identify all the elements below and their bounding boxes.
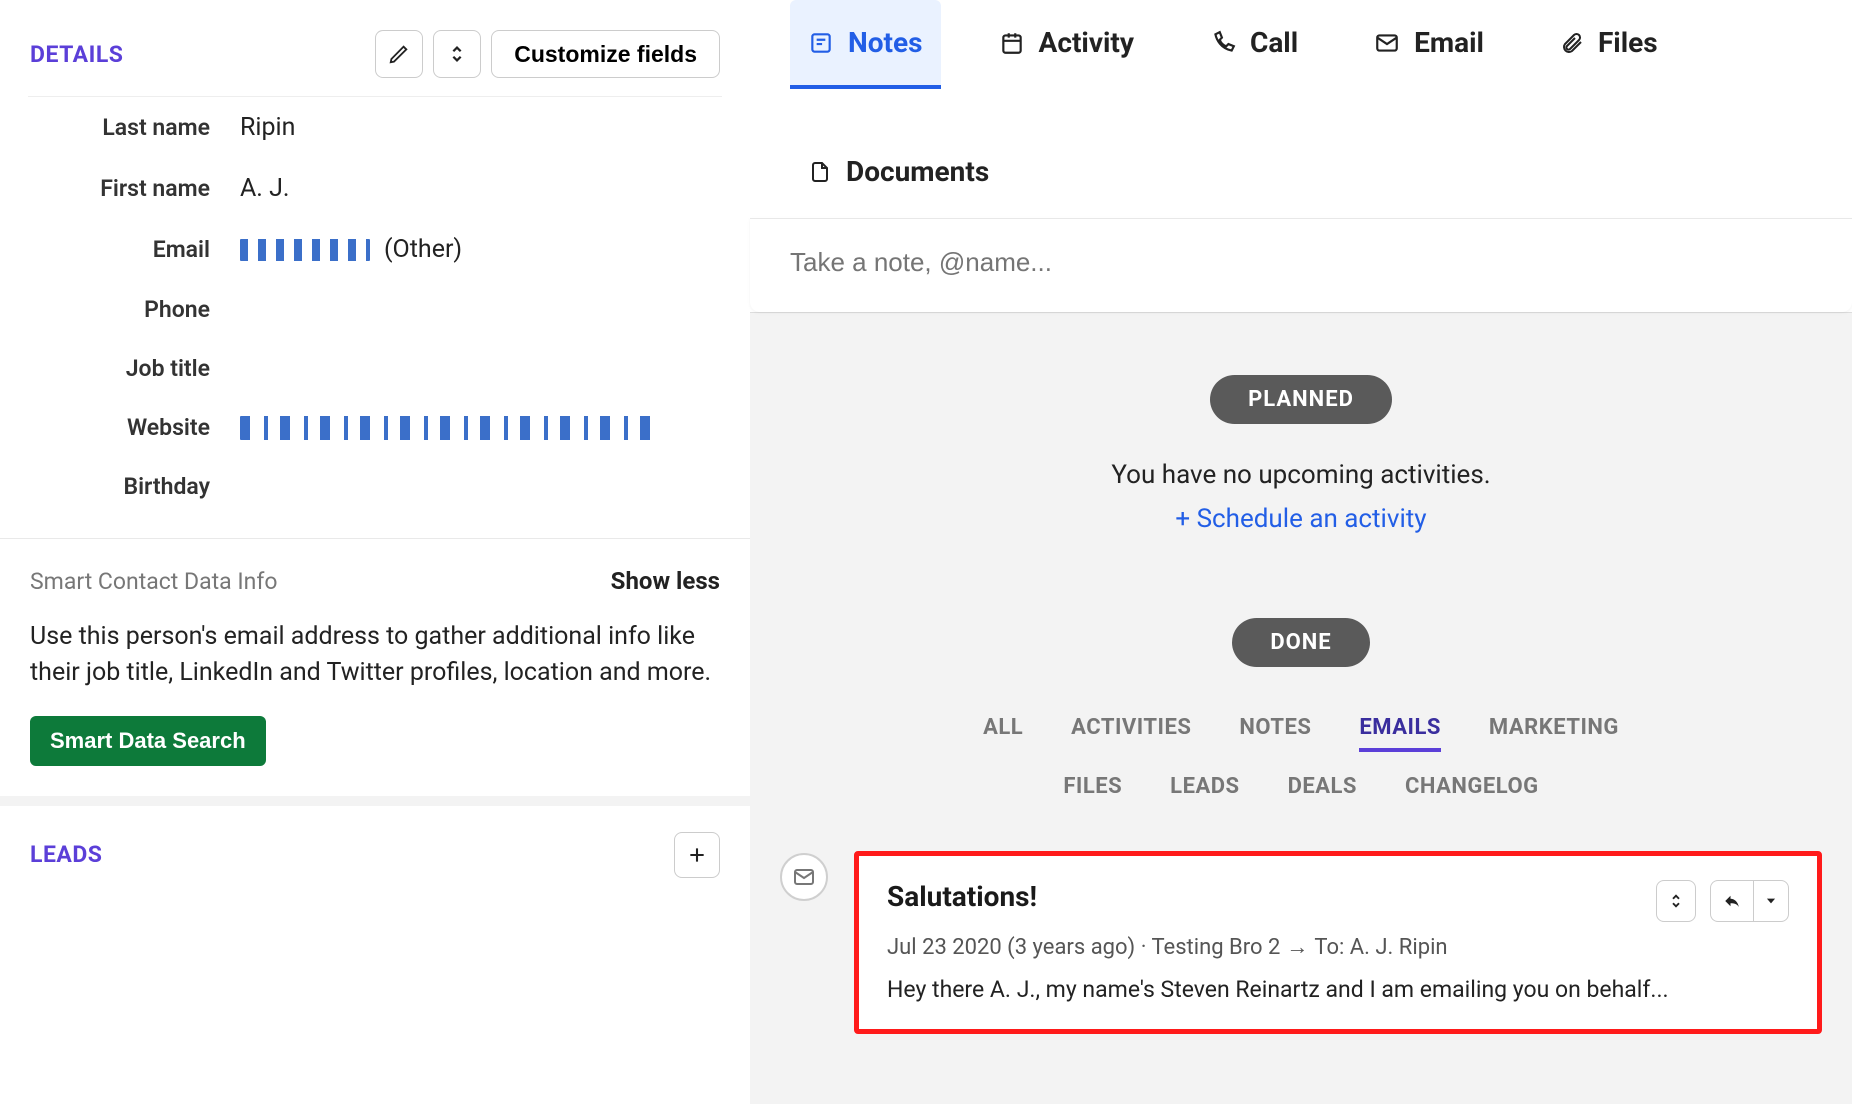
customize-fields-button[interactable]: Customize fields [491, 30, 720, 78]
filter-marketing[interactable]: MARKETING [1489, 715, 1619, 752]
tab-activity[interactable]: Activity [981, 0, 1152, 89]
planned-pill: PLANNED [1210, 375, 1392, 424]
pencil-icon [388, 43, 410, 65]
filter-files[interactable]: FILES [1063, 774, 1122, 811]
job-title-label: Job title [30, 355, 240, 382]
timeline-email-marker [780, 853, 828, 901]
edit-button[interactable] [375, 30, 423, 78]
birthday-label: Birthday [30, 473, 240, 500]
filter-changelog[interactable]: CHANGELOG [1405, 774, 1539, 811]
schedule-activity-link[interactable]: + Schedule an activity [750, 504, 1852, 534]
tab-files-label: Files [1598, 26, 1658, 59]
last-name-value[interactable]: Ripin [240, 113, 295, 142]
email-expand-button[interactable] [1656, 880, 1696, 922]
contact-details-panel: DETAILS Customize fields Last name Ripin… [0, 0, 750, 1104]
reorder-button[interactable] [433, 30, 481, 78]
phone-icon [1210, 30, 1236, 56]
no-planned-activities-text: You have no upcoming activities. [750, 460, 1852, 490]
sort-icon [446, 43, 468, 65]
smart-data-search-button[interactable]: Smart Data Search [30, 716, 266, 766]
envelope-icon [1374, 30, 1400, 56]
activity-panel: Notes Activity Call Email Files Document… [750, 0, 1852, 1104]
tab-email[interactable]: Email [1356, 0, 1502, 89]
email-label: Email [30, 236, 240, 263]
add-lead-button[interactable] [674, 832, 720, 878]
first-name-label: First name [30, 175, 240, 202]
first-name-value[interactable]: A. J. [240, 174, 290, 203]
plus-icon [687, 845, 707, 865]
email-value[interactable]: (Other) [240, 235, 462, 264]
last-name-label: Last name [30, 114, 240, 141]
document-icon [808, 159, 832, 185]
tab-notes[interactable]: Notes [790, 0, 941, 89]
leads-title: LEADS [30, 841, 102, 868]
filter-all[interactable]: ALL [983, 715, 1023, 752]
filter-deals[interactable]: DEALS [1288, 774, 1357, 811]
tab-call-label: Call [1250, 26, 1298, 59]
email-meta: Jul 23 2020 (3 years ago) · Testing Bro … [887, 934, 1789, 960]
filter-emails[interactable]: EMAILS [1359, 715, 1441, 752]
note-input[interactable] [790, 247, 1812, 278]
tab-call[interactable]: Call [1192, 0, 1316, 89]
show-less-toggle[interactable]: Show less [611, 567, 720, 595]
redacted-email [240, 239, 370, 261]
sort-icon [1667, 892, 1685, 910]
tab-documents[interactable]: Documents [790, 129, 1007, 218]
tab-activity-label: Activity [1039, 26, 1134, 59]
website-label: Website [30, 414, 240, 441]
email-card[interactable]: Salutations! Jul 23 2 [854, 851, 1822, 1034]
website-value[interactable] [240, 416, 660, 440]
details-title: DETAILS [30, 41, 123, 68]
tab-notes-label: Notes [848, 26, 923, 59]
paperclip-icon [1560, 30, 1584, 56]
redacted-website [240, 416, 660, 440]
email-type: (Other) [384, 235, 462, 264]
tab-documents-label: Documents [846, 155, 989, 188]
filter-notes[interactable]: NOTES [1239, 715, 1311, 752]
filter-activities[interactable]: ACTIVITIES [1071, 715, 1191, 752]
tab-email-label: Email [1414, 26, 1484, 59]
envelope-icon [792, 865, 816, 889]
email-subject: Salutations! [887, 880, 1037, 913]
done-pill: DONE [1232, 618, 1369, 667]
email-reply-menu-button[interactable] [1753, 880, 1789, 922]
chevron-down-icon [1764, 894, 1778, 908]
smart-contact-description: Use this person's email address to gathe… [30, 619, 720, 692]
calendar-icon [999, 30, 1025, 56]
tab-files[interactable]: Files [1542, 0, 1676, 89]
email-reply-button[interactable] [1710, 880, 1753, 922]
reply-icon [1721, 892, 1743, 910]
phone-label: Phone [30, 296, 240, 323]
note-icon [808, 30, 834, 56]
email-preview: Hey there A. J., my name's Steven Reinar… [887, 976, 1789, 1003]
filter-leads[interactable]: LEADS [1170, 774, 1239, 811]
smart-contact-title: Smart Contact Data Info [30, 568, 277, 595]
